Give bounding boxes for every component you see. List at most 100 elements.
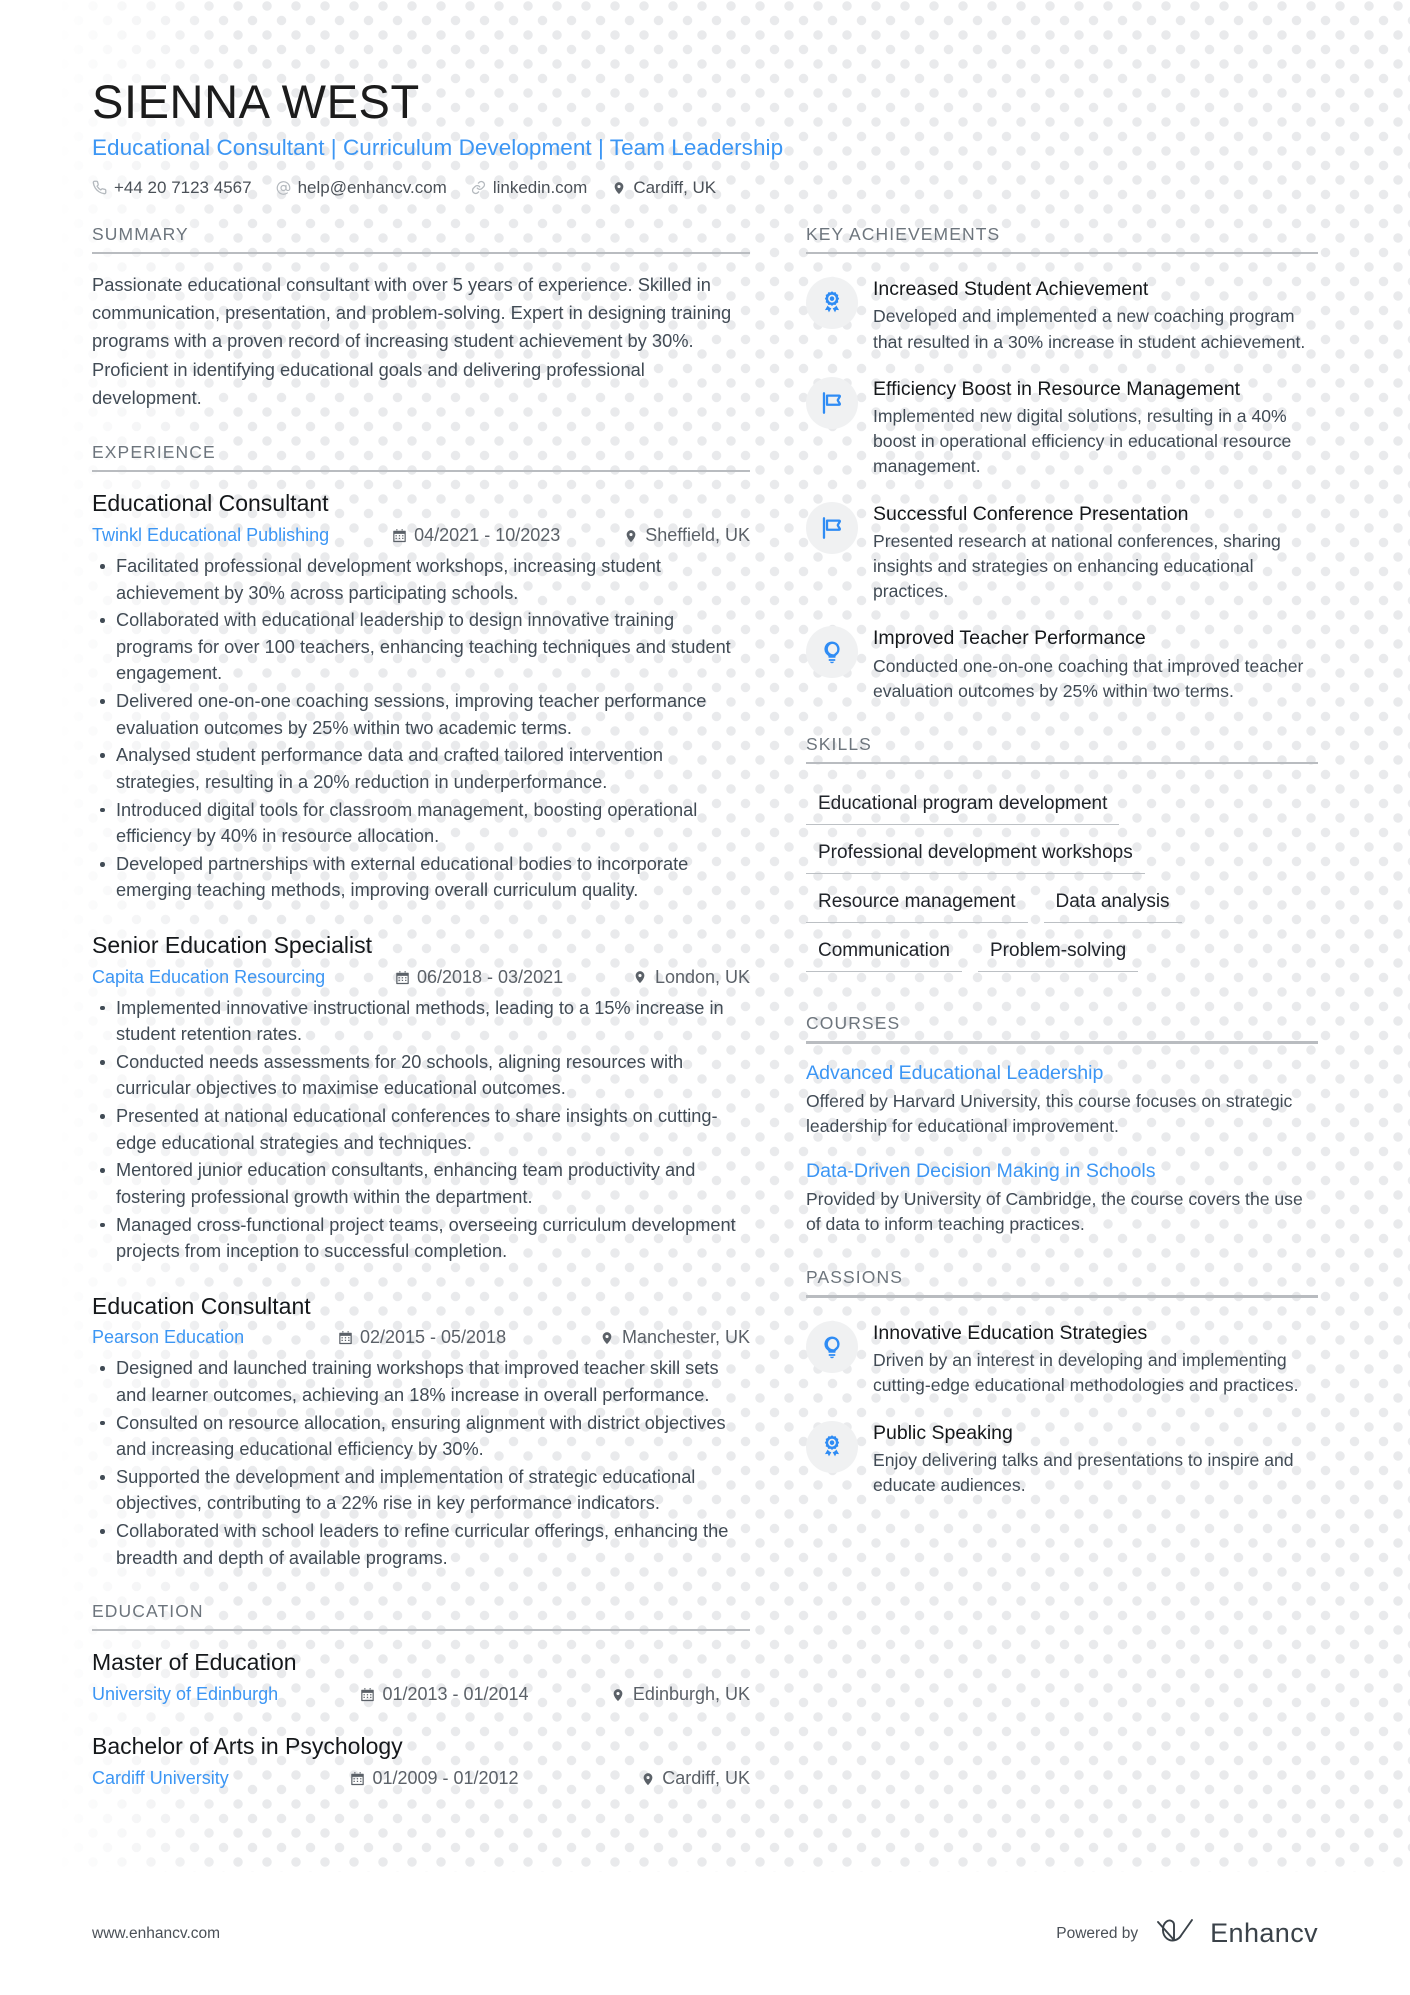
achievement-text: Successful Conference Presentation Prese… [873,500,1318,605]
footer-website-url[interactable]: www.enhancv.com [92,1925,220,1943]
job-dates-value: 04/2021 - 10/2023 [414,525,561,546]
contact-email[interactable]: help@enhancv.com [276,178,447,198]
location-pin-icon [611,180,626,195]
resume-body: SUMMARY Passionate educational consultan… [92,224,1318,1795]
location-pin-icon [600,1330,615,1346]
award-ribbon-icon [806,277,858,330]
bullet-item: Collaborated with school leaders to refi… [100,1518,750,1571]
bullet-item: Conducted needs assessments for 20 schoo… [100,1049,750,1102]
job-location-value: Sheffield, UK [645,525,751,546]
achievement-text: Improved Teacher Performance Conducted o… [873,624,1318,704]
education-dates: 01/2009 - 01/2012 [350,1768,519,1789]
job-dates: 06/2018 - 03/2021 [395,967,563,988]
page-footer: www.enhancv.com Powered by Enhancv [0,1872,1410,1995]
skill-chip: Resource management [806,885,1028,924]
experience-body: Educational Consultant Twinkl Educationa… [92,472,750,1571]
lightbulb-icon [806,1320,858,1373]
company-name[interactable]: Twinkl Educational Publishing [92,525,329,546]
bullet-item: Supported the development and implementa… [100,1464,750,1517]
education-location-value: Cardiff, UK [662,1768,750,1789]
course-title[interactable]: Advanced Educational Leadership [806,1061,1318,1086]
bullet-item: Managed cross-functional project teams, … [100,1212,750,1265]
section-passions: PASSIONS Innovative Education Strategies… [806,1267,1318,1498]
job-location: Manchester, UK [600,1327,750,1348]
achievement-text: Efficiency Boost in Resource Management … [873,375,1318,480]
location-pin-icon [640,1771,655,1787]
bullet-item: Consulted on resource allocation, ensuri… [100,1410,750,1463]
bullet-item: Introduced digital tools for classroom m… [100,797,750,850]
section-title-experience: EXPERIENCE [92,441,216,462]
course-item: Data-Driven Decision Making in Schools P… [806,1159,1318,1238]
job-meta: Pearson Education 02/2015 - 05/2018 Manc… [92,1327,750,1348]
contact-row: +44 20 7123 4567 help@enhancv.com linked… [92,178,1318,198]
location-pin-icon [633,969,648,985]
job-bullets: Implemented innovative instructional met… [92,995,750,1265]
section-summary: SUMMARY Passionate educational consultan… [92,224,750,412]
passions-body: Innovative Education Strategies Driven b… [806,1298,1318,1498]
enhancv-brand-name: Enhancv [1210,1918,1318,1948]
passion-description: Driven by an interest in developing and … [873,1350,1299,1396]
education-dates-value: 01/2009 - 01/2012 [372,1768,519,1789]
achievement-description: Implemented new digital solutions, resul… [873,406,1292,477]
course-title[interactable]: Data-Driven Decision Making in Schools [806,1159,1318,1184]
achievement-description: Developed and implemented a new coaching… [873,306,1306,352]
contact-location[interactable]: Cardiff, UK [611,178,716,198]
section-title-education: EDUCATION [92,1601,204,1622]
contact-email-value: help@enhancv.com [297,177,447,197]
section-experience: EXPERIENCE Educational Consultant Twinkl… [92,442,750,1571]
education-meta: Cardiff University 01/2009 - 01/2012 Car… [92,1768,750,1789]
phone-icon [92,180,107,195]
job-title: Educational Consultant [92,490,329,517]
passion-text: Public Speaking Enjoy delivering talks a… [873,1419,1318,1499]
skill-chip: Educational program development [806,787,1120,826]
skill-chip: Problem-solving [978,934,1139,973]
award-ribbon-icon [806,1420,858,1473]
powered-by-label: Powered by [1056,1924,1139,1942]
summary-body: Passionate educational consultant with o… [92,254,750,412]
page-title: SIENNA WEST [92,75,420,128]
company-name[interactable]: Pearson Education [92,1327,244,1348]
passion-item: Public Speaking Enjoy delivering talks a… [806,1419,1318,1499]
achievement-item: Improved Teacher Performance Conducted o… [806,624,1318,704]
education-entry: Master of Education University of Edinbu… [92,1648,750,1705]
calendar-icon [360,1687,375,1703]
skills-body: Educational program development Professi… [806,764,1318,983]
email-icon [276,180,291,195]
achievement-description: Conducted one-on-one coaching that impro… [873,655,1304,701]
degree-title: Master of Education [92,1649,297,1676]
experience-entry: Educational Consultant Twinkl Educationa… [92,489,750,903]
flag-icon [806,501,858,554]
bullet-item: Analysed student performance data and cr… [100,742,750,795]
right-column: KEY ACHIEVEMENTS Increased Student Achie… [806,224,1318,1499]
job-dates-value: 02/2015 - 05/2018 [359,1327,507,1348]
key-achievements-body: Increased Student Achievement Developed … [806,254,1318,704]
school-name[interactable]: University of Edinburgh [92,1684,278,1705]
bullet-item: Collaborated with educational leadership… [100,607,750,686]
achievement-list: Increased Student Achievement Developed … [806,271,1318,704]
education-dates: 01/2013 - 01/2014 [360,1684,529,1705]
achievement-item: Successful Conference Presentation Prese… [806,500,1318,605]
course-description: Provided by University of Cambridge, the… [806,1189,1303,1235]
education-dates-value: 01/2013 - 01/2014 [382,1684,529,1705]
section-title-key-achievements: KEY ACHIEVEMENTS [806,223,1001,244]
section-skills: SKILLS Educational program development P… [806,734,1318,983]
company-name[interactable]: Capita Education Resourcing [92,967,325,988]
contact-link[interactable]: linkedin.com [471,178,587,198]
experience-entry: Senior Education Specialist Capita Educa… [92,931,750,1265]
passion-text: Innovative Education Strategies Driven b… [873,1319,1318,1399]
job-bullets: Facilitated professional development wor… [92,553,750,904]
location-pin-icon [611,1687,626,1703]
job-dates: 04/2021 - 10/2023 [392,525,560,546]
job-meta: Twinkl Educational Publishing 04/2021 - … [92,525,750,546]
passion-item: Innovative Education Strategies Driven b… [806,1319,1318,1399]
contact-phone[interactable]: +44 20 7123 4567 [92,178,252,198]
job-location: Sheffield, UK [623,525,750,546]
professional-headline: Educational Consultant | Curriculum Deve… [92,134,784,160]
section-education: EDUCATION Master of Education University… [92,1601,750,1789]
skill-chip: Communication [806,934,962,973]
bullet-item: Delivered one-on-one coaching sessions, … [100,688,750,741]
courses-body: Advanced Educational Leadership Offered … [806,1044,1318,1238]
school-name[interactable]: Cardiff University [92,1768,229,1789]
passion-title: Public Speaking [873,1421,1013,1444]
skills-list: Educational program development Professi… [806,781,1318,983]
